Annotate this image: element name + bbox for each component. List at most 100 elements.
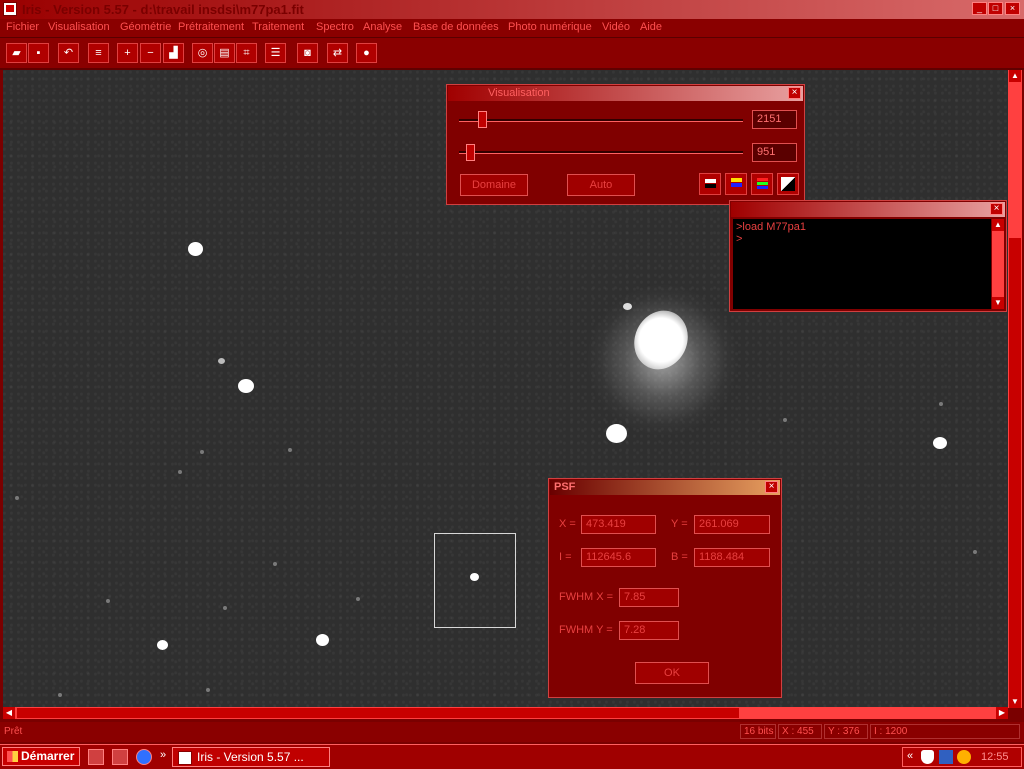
console-output[interactable]: >load M77pa1 > (733, 219, 991, 309)
psf-title-bar[interactable]: PSF (550, 480, 780, 495)
minimize-button[interactable]: _ (972, 2, 987, 15)
notes-icon[interactable]: ▤ (214, 43, 235, 63)
lut-color-icon[interactable] (725, 173, 747, 195)
console-scroll-up-icon[interactable]: ▲ (992, 219, 1004, 231)
console-title-bar[interactable] (731, 202, 1005, 217)
star (606, 424, 627, 443)
star (623, 303, 632, 310)
psf-fwhmx-field[interactable]: 7.85 (619, 588, 679, 607)
save-icon[interactable]: ▪ (28, 43, 49, 63)
menu-aide[interactable]: Aide (640, 21, 662, 33)
maximize-button[interactable]: □ (988, 2, 1003, 15)
scroll-down-icon[interactable]: ▼ (1009, 696, 1021, 708)
status-bits: 16 bits (740, 724, 776, 739)
menu-geometrie[interactable]: Géométrie (120, 21, 171, 33)
taskbar-item-iris[interactable]: Iris - Version 5.57 ... (172, 747, 330, 767)
histogram-icon[interactable]: ▟ (163, 43, 184, 63)
zoom-out-icon[interactable]: − (140, 43, 161, 63)
menu-bar: Fichier Visualisation Géométrie Prétrait… (0, 19, 1024, 38)
high-threshold-slider[interactable] (477, 111, 487, 128)
psf-fwhmy-field[interactable]: 7.28 (619, 621, 679, 640)
psf-i-field[interactable]: 112645.6 (581, 548, 656, 567)
scroll-up-icon[interactable]: ▲ (1009, 70, 1021, 82)
auto-button[interactable]: Auto (567, 174, 635, 196)
internet-explorer-icon[interactable] (136, 749, 152, 765)
taskbar: Démarrer » Iris - Version 5.57 ... « 12:… (0, 744, 1024, 769)
open-icon[interactable]: ▰ (6, 43, 27, 63)
window-switch-icon[interactable] (112, 749, 128, 765)
star (218, 358, 225, 364)
crop-icon[interactable]: ⌗ (236, 43, 257, 63)
console-line: > (736, 233, 743, 245)
status-bar: Prêt 16 bits X : 455 Y : 376 I : 1200 (0, 722, 1024, 742)
horizontal-scroll-thumb[interactable] (17, 708, 739, 718)
faint-star (783, 418, 787, 422)
faint-star (58, 693, 62, 697)
camera-icon[interactable]: ◙ (297, 43, 318, 63)
list-icon[interactable]: ☰ (265, 43, 286, 63)
desktop-icon[interactable] (88, 749, 104, 765)
visualisation-close-button[interactable]: × (788, 87, 801, 99)
quicklaunch-more-icon[interactable]: » (160, 749, 166, 761)
link-icon[interactable]: ⇄ (327, 43, 348, 63)
psf-ok-button[interactable]: OK (635, 662, 709, 684)
menu-traitement[interactable]: Traitement (252, 21, 304, 33)
low-threshold-slider[interactable] (466, 144, 476, 161)
star (316, 634, 329, 646)
high-threshold-track[interactable] (459, 119, 743, 122)
tray-expand-icon[interactable]: « (907, 750, 913, 762)
zoom-in-icon[interactable]: + (117, 43, 138, 63)
undo-icon[interactable]: ↶ (58, 43, 79, 63)
console-scroll-down-icon[interactable]: ▼ (992, 297, 1004, 309)
record-icon[interactable]: ● (356, 43, 377, 63)
psf-b-field[interactable]: 1188.484 (694, 548, 770, 567)
lut-rainbow-icon[interactable] (751, 173, 773, 195)
menu-fichier[interactable]: Fichier (6, 21, 39, 33)
psf-b-label: B = (671, 551, 688, 563)
psf-title: PSF (554, 481, 576, 493)
status-x: X : 455 (778, 724, 822, 739)
update-icon[interactable] (957, 750, 971, 764)
menu-pretraitement[interactable]: Prétraitement (178, 21, 244, 33)
lut-invert-icon[interactable] (777, 173, 799, 195)
toolbar: ▰ ▪ ↶ ≡ + − ▟ ◎ ▤ ⌗ ☰ ◙ ⇄ ● (0, 38, 1024, 70)
visualisation-title-bar[interactable]: Visualisation (448, 86, 803, 101)
menu-video[interactable]: Vidéo (602, 21, 630, 33)
threshold-icon[interactable]: ≡ (88, 43, 109, 63)
console-close-button[interactable]: × (990, 203, 1003, 215)
close-button[interactable]: × (1005, 2, 1020, 15)
menu-base-de-donnees[interactable]: Base de données (413, 21, 499, 33)
shield-icon[interactable] (921, 750, 934, 764)
app-icon[interactable] (3, 2, 17, 16)
vertical-scroll-thumb[interactable] (1009, 238, 1021, 698)
faint-star (273, 562, 277, 566)
low-threshold-input[interactable]: 951 (752, 143, 797, 162)
title-bar[interactable]: Iris - Version 5.57 - d:\travail insdsi\… (0, 0, 1024, 19)
network-icon[interactable] (939, 750, 953, 764)
vertical-scrollbar[interactable]: ▲ ▼ (1008, 70, 1022, 708)
clock[interactable]: 12:55 (981, 751, 1009, 763)
psf-panel: PSF × X = 473.419 Y = 261.069 I = 112645… (548, 478, 782, 698)
selection-box[interactable] (434, 533, 516, 628)
lut-grayscale-icon[interactable] (699, 173, 721, 195)
menu-spectro[interactable]: Spectro (316, 21, 354, 33)
psf-fwhmy-label: FWHM Y = (559, 624, 613, 636)
star (188, 242, 203, 256)
menu-visualisation[interactable]: Visualisation (48, 21, 110, 33)
horizontal-scrollbar[interactable]: ◀ ▶ (3, 707, 1008, 719)
high-threshold-input[interactable]: 2151 (752, 110, 797, 129)
scroll-left-icon[interactable]: ◀ (3, 707, 15, 719)
psf-y-label: Y = (671, 518, 688, 530)
domain-button[interactable]: Domaine (460, 174, 528, 196)
console-scrollbar[interactable]: ▲ ▼ (992, 219, 1004, 309)
menu-analyse[interactable]: Analyse (363, 21, 402, 33)
low-threshold-track[interactable] (459, 151, 743, 154)
menu-photo-numerique[interactable]: Photo numérique (508, 21, 592, 33)
start-button[interactable]: Démarrer (2, 747, 80, 766)
psf-y-field[interactable]: 261.069 (694, 515, 770, 534)
snapshot-icon[interactable]: ◎ (192, 43, 213, 63)
faint-star (178, 470, 182, 474)
scroll-right-icon[interactable]: ▶ (996, 707, 1008, 719)
psf-x-field[interactable]: 473.419 (581, 515, 656, 534)
psf-close-button[interactable]: × (765, 481, 778, 493)
